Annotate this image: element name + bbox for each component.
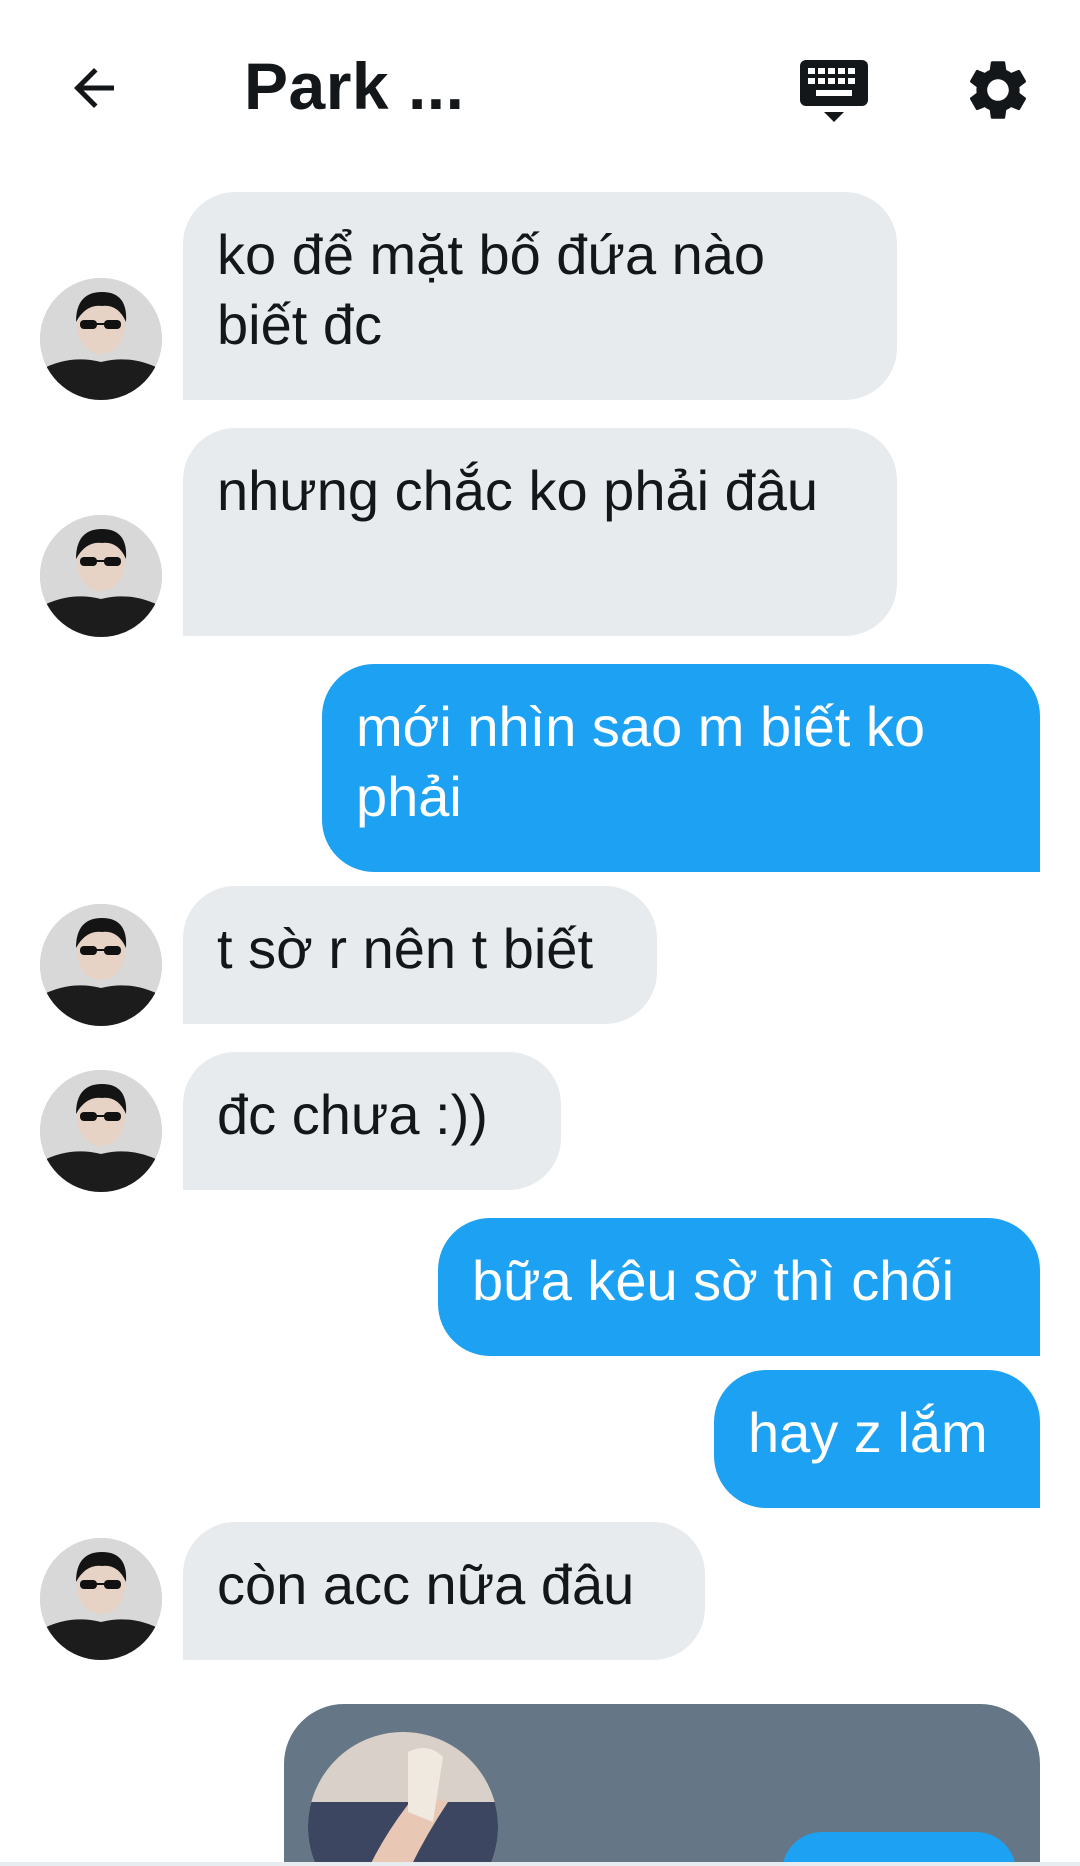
message-text: bữa kêu sờ thì chối [472, 1249, 955, 1312]
conversation-title[interactable]: Park ... [244, 48, 464, 124]
message-bubble-incoming[interactable]: t sờ r nên t biết [183, 886, 657, 1024]
keyboard-icon [800, 60, 868, 122]
message-bubble-incoming[interactable]: đc chưa :)) [183, 1052, 561, 1190]
message-text: ko để mặt bố đứa nào biết đc [217, 223, 766, 356]
message-text: t sờ r nên t biết [217, 917, 594, 980]
conversation-header: Park ... [0, 0, 1080, 180]
contact-avatar[interactable] [40, 278, 162, 400]
message-text: đc chưa :)) [217, 1083, 488, 1146]
contact-avatar-photo [40, 904, 162, 1026]
contact-avatar[interactable] [40, 1538, 162, 1660]
contact-avatar-photo [40, 1070, 162, 1192]
message-bubble-outgoing[interactable]: mới nhìn sao m biết ko phải [322, 664, 1040, 872]
gear-icon [969, 61, 1027, 119]
contact-avatar-photo [40, 1538, 162, 1660]
message-text: nhưng chắc ko phải đâu [217, 459, 819, 522]
message-text: còn acc nữa đâu [217, 1553, 635, 1616]
bottom-divider [0, 1862, 1080, 1866]
contact-avatar-photo [40, 515, 162, 637]
message-text: hay z lắm [748, 1401, 988, 1464]
back-button[interactable] [58, 52, 130, 124]
dm-conversation-screen: Park ... ko để mặt bố đứa nào biết đc nh… [0, 0, 1080, 1866]
contact-avatar[interactable] [40, 904, 162, 1026]
message-bubble-outgoing[interactable]: hay z lắm [714, 1370, 1040, 1508]
contact-avatar-photo [40, 278, 162, 400]
message-bubble-incoming[interactable]: ko để mặt bố đứa nào biết đc [183, 192, 897, 400]
follow-button[interactable] [782, 1832, 1016, 1866]
keyboard-button[interactable] [798, 56, 870, 128]
contact-avatar[interactable] [40, 515, 162, 637]
message-bubble-incoming[interactable]: còn acc nữa đâu [183, 1522, 705, 1660]
arrow-left-icon [74, 68, 114, 108]
message-bubble-incoming[interactable]: nhưng chắc ko phải đâu [183, 428, 897, 636]
message-bubble-outgoing[interactable]: bữa kêu sờ thì chối [438, 1218, 1040, 1356]
contact-avatar[interactable] [40, 1070, 162, 1192]
message-text: mới nhìn sao m biết ko phải [356, 695, 925, 828]
settings-button[interactable] [962, 54, 1034, 126]
